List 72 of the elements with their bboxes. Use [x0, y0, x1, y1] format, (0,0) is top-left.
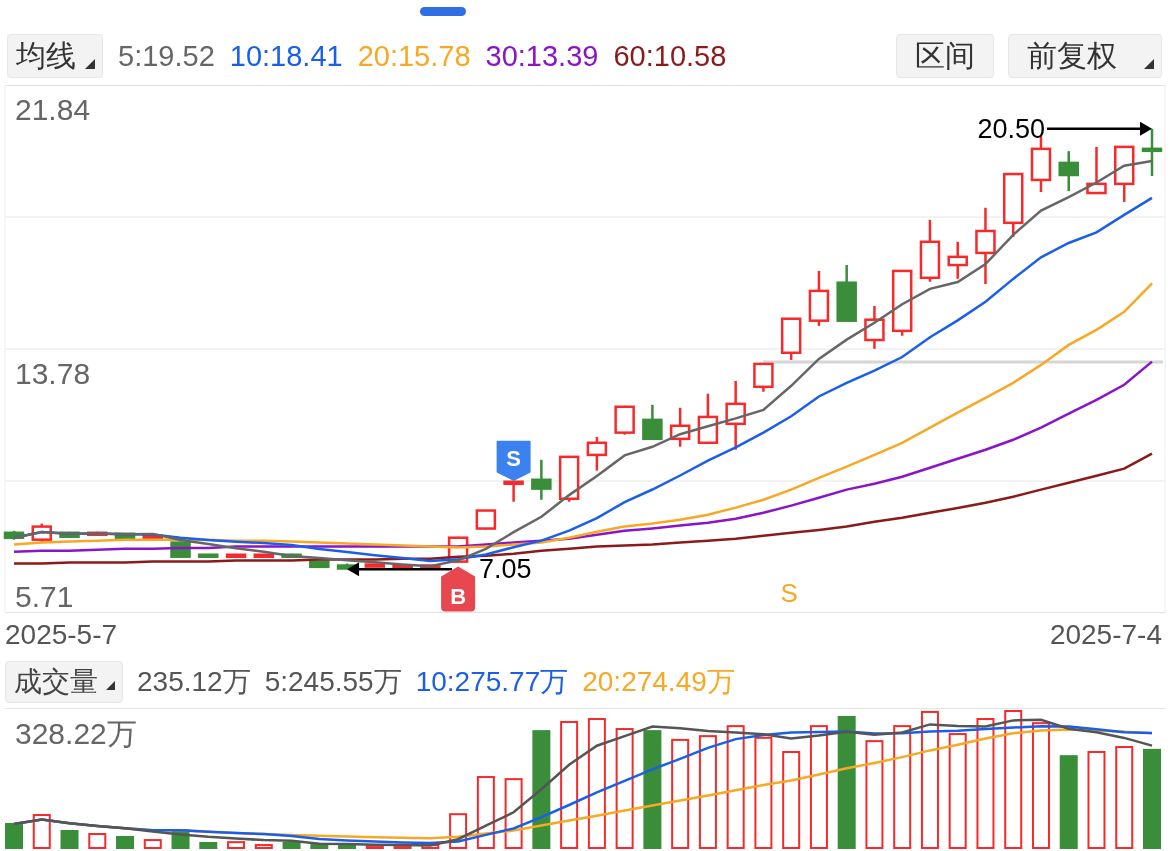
candlestick	[59, 531, 80, 538]
candlestick	[808, 270, 830, 326]
volume-bar	[199, 842, 218, 849]
candlestick	[1141, 128, 1163, 176]
moving-average-value: 30:13.39	[485, 39, 599, 73]
candlestick	[309, 560, 330, 569]
volume-bar	[116, 836, 134, 849]
candlestick	[392, 564, 413, 569]
candlestick	[420, 564, 441, 569]
corner-triangle-icon	[85, 59, 95, 69]
candlestick	[558, 455, 580, 502]
volume-value: 5:245.55万	[264, 665, 402, 699]
moving-average-value: 5:19.52	[118, 39, 215, 73]
candlestick	[891, 269, 913, 336]
moving-average-value: 10:18.41	[229, 39, 343, 73]
candlestick	[503, 480, 524, 502]
candlestick	[253, 553, 275, 558]
candlestick	[475, 509, 497, 530]
signal-label: S	[780, 578, 798, 608]
candlestick	[198, 553, 219, 558]
candlestick	[281, 553, 302, 558]
candlestick	[614, 405, 635, 435]
indicator-dropdown[interactable]: 均线	[7, 34, 103, 78]
volume-bar	[60, 830, 79, 849]
axis-label: 5.71	[15, 580, 74, 613]
candlestick	[780, 317, 802, 360]
moving-average-value: 60:10.58	[613, 39, 727, 73]
candlestick	[225, 553, 247, 558]
candlestick	[919, 219, 941, 282]
price-label: 7.05	[479, 554, 532, 585]
candlestick	[1058, 151, 1079, 192]
candlestick	[364, 563, 386, 568]
date-label: 2025-5-7	[5, 619, 118, 651]
candlestick	[3, 530, 25, 540]
corner-triangle-icon	[106, 681, 115, 690]
candlestick	[114, 532, 136, 539]
range-button[interactable]: 区间	[896, 34, 994, 78]
corner-triangle-icon	[1144, 59, 1154, 69]
candlestick	[725, 380, 746, 450]
candlestick	[1030, 136, 1052, 193]
volume-value: 235.12万	[137, 665, 251, 699]
candlestick	[697, 393, 719, 445]
volume-bar	[338, 844, 357, 849]
moving-average-value: 20:15.78	[357, 39, 471, 73]
candlestick	[87, 531, 108, 537]
candlestick	[836, 265, 857, 322]
candlestick	[753, 362, 774, 392]
candlestick	[947, 241, 968, 279]
axis-label: 13.78	[15, 357, 91, 390]
axis-label: 21.84	[15, 93, 91, 126]
buy-badge[interactable]: B	[441, 566, 476, 612]
candlestick	[142, 534, 164, 539]
volume-bar	[310, 844, 329, 849]
axis-label: 328.22万	[15, 717, 137, 750]
volume-bar	[282, 842, 301, 849]
price-label: 20.50	[977, 113, 1045, 144]
candlestick	[1086, 146, 1107, 195]
drag-handle[interactable]	[420, 7, 466, 16]
volume-value: 10:275.77万	[415, 665, 569, 699]
candlestick	[1114, 145, 1135, 202]
candlestick	[586, 436, 608, 471]
candlestick	[669, 407, 691, 447]
candlestick	[642, 404, 663, 441]
date-label: 2025-7-4	[1049, 619, 1162, 651]
candlestick	[1002, 172, 1024, 237]
adjustment-dropdown[interactable]: 前复权	[1008, 34, 1162, 78]
sell-badge[interactable]: S	[496, 440, 531, 481]
candlestick	[531, 459, 552, 500]
indicator-dropdown[interactable]: 成交量	[5, 661, 123, 703]
volume-value: 20:274.49万	[582, 665, 735, 699]
volume-bar	[5, 823, 23, 849]
candlestick	[864, 305, 885, 349]
